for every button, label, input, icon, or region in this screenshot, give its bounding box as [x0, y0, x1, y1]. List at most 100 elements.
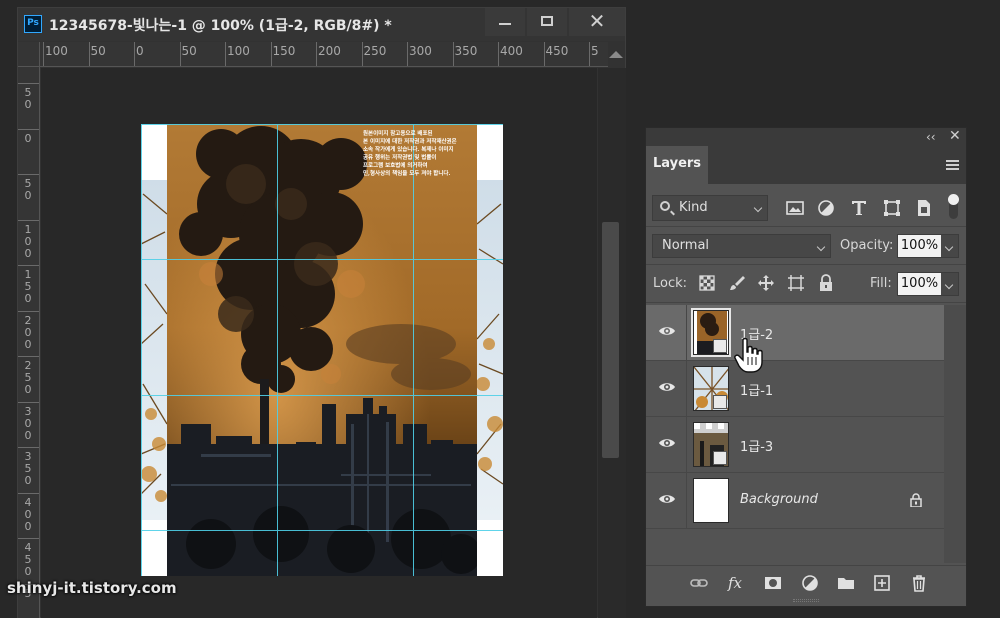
layer-row[interactable]: 1급-1: [646, 361, 944, 417]
ruler-tick-label: 100: [45, 44, 68, 58]
scroll-up-arrow-icon[interactable]: [609, 51, 623, 58]
minimize-button[interactable]: [485, 8, 525, 36]
add-layer-mask-icon[interactable]: [764, 574, 782, 592]
layer-thumbnail[interactable]: [693, 478, 729, 523]
smart-object-filter-icon[interactable]: [914, 198, 934, 218]
layer-thumbnail[interactable]: [691, 308, 731, 357]
vertical-scrollbar[interactable]: [598, 68, 626, 618]
layer-name[interactable]: 1급-3: [740, 436, 773, 455]
photoshop-app-icon: Ps: [24, 15, 42, 33]
link-layers-icon[interactable]: [690, 574, 708, 592]
smart-object-badge-icon: [713, 395, 727, 409]
layer-row[interactable]: Background: [646, 473, 944, 529]
chevron-down-icon[interactable]: [944, 280, 954, 290]
panel-close-icon[interactable]: ✕: [949, 128, 961, 144]
panel-menu-icon[interactable]: [946, 160, 959, 172]
new-group-folder-icon[interactable]: [837, 574, 855, 592]
opacity-field[interactable]: 100%: [897, 234, 959, 258]
ruler-tick-label: 50: [181, 44, 197, 58]
layers-scrollbar[interactable]: [944, 305, 966, 563]
ruler-tick-label: 0: [24, 131, 32, 145]
chevron-down-icon[interactable]: [944, 242, 954, 252]
lock-image-pixels-icon[interactable]: [728, 274, 746, 292]
divider: [646, 302, 966, 303]
canvas-area[interactable]: 원본이미지 참고용으로 배포된 본 이미지에 대한 저작권과 저작재산권은 소속 작…: [41, 68, 597, 618]
copyright-notice-line: 민,형사상의 책임을 모두 져야 합니다.: [363, 171, 451, 177]
tab-layers[interactable]: Layers: [646, 146, 708, 184]
watermark: shinyj-it.tistory.com: [7, 579, 177, 597]
layers-panel: ‹‹ ✕ Layers Kind Normal Opacity: 100% Lo…: [645, 127, 967, 607]
document-title: 12345678-빛나는-1 @ 100% (1급-2, RGB/8#) *: [49, 18, 392, 34]
ruler-tick-line: [543, 42, 545, 66]
visibility-eye-icon[interactable]: [658, 325, 676, 337]
ruler-tick-label: 5: [24, 177, 32, 190]
ruler-tick-line: [18, 310, 39, 312]
panel-tab-row: Layers: [646, 146, 966, 184]
maximize-button[interactable]: [527, 8, 567, 36]
delete-layer-trash-icon[interactable]: [910, 574, 928, 592]
visibility-eye-icon[interactable]: [658, 381, 676, 393]
layer-thumbnail[interactable]: [693, 366, 729, 411]
blend-mode-value: Normal: [662, 238, 710, 253]
fill-value[interactable]: 100%: [898, 273, 941, 295]
document-titlebar[interactable]: Ps 12345678-빛나는-1 @ 100% (1급-2, RGB/8#) …: [18, 8, 625, 41]
layer-row[interactable]: 1급-2: [646, 305, 944, 361]
panel-resize-grip[interactable]: [793, 599, 819, 602]
ruler-tick-line: [18, 492, 39, 494]
lock-position-icon[interactable]: [757, 274, 775, 292]
maximize-icon: [541, 16, 553, 26]
layer-thumbnail[interactable]: [693, 422, 729, 467]
visibility-eye-icon[interactable]: [658, 437, 676, 449]
opacity-value[interactable]: 100%: [898, 235, 941, 257]
new-adjustment-layer-icon[interactable]: [801, 574, 819, 592]
ruler-tick-label: 5: [591, 44, 599, 58]
adjustment-layer-filter-icon[interactable]: [816, 198, 836, 218]
ruler-tick-label: 2: [24, 313, 32, 327]
ruler-tick-label: 0: [24, 292, 32, 305]
layer-row[interactable]: 1급-3: [646, 417, 944, 473]
ruler-tick-label: 3: [24, 404, 32, 418]
fill-label: Fill:: [870, 276, 892, 291]
chevron-down-icon: [753, 203, 763, 213]
layer-name[interactable]: Background: [740, 492, 818, 507]
ruler-tick-label: 4: [24, 541, 32, 554]
layers-panel-footer: fx: [646, 565, 966, 597]
type-layer-filter-icon[interactable]: [849, 198, 869, 218]
ruler-tick-label: 0: [24, 189, 32, 202]
ruler-origin[interactable]: [18, 42, 40, 67]
layer-style-fx-icon[interactable]: fx: [728, 574, 746, 592]
ruler-tick-label: 5: [24, 280, 32, 293]
lock-all-icon[interactable]: [817, 274, 835, 292]
filter-kind-label: Kind: [679, 200, 708, 215]
lock-transparent-pixels-icon[interactable]: [698, 274, 716, 292]
pixel-layer-filter-icon[interactable]: [785, 198, 805, 218]
ruler-tick-label: 1: [24, 268, 32, 281]
close-icon: ✕: [588, 9, 606, 33]
filter-toggle[interactable]: [948, 194, 959, 219]
layer-name[interactable]: 1급-1: [740, 380, 773, 399]
copyright-notice-line: 공유 행위는 저작권법 및 법률이: [363, 155, 437, 161]
divider: [686, 417, 687, 473]
copyright-notice-line: 소속 작가에게 있습니다. 복제나 이미지: [363, 147, 454, 153]
collapse-panel-icon[interactable]: ‹‹: [926, 130, 936, 144]
filter-kind-select[interactable]: Kind: [652, 195, 768, 221]
vertical-ruler[interactable]: 500501001502002503003504004505: [18, 67, 40, 618]
ruler-tick-label: 0: [24, 246, 32, 260]
ruler-tick-label: 0: [24, 565, 32, 578]
document-canvas-image[interactable]: [141, 124, 503, 576]
ruler-tick-line: [361, 42, 363, 66]
ruler-tick-line: [225, 42, 226, 66]
ruler-tick-label: 0: [24, 428, 32, 442]
blend-mode-select[interactable]: Normal: [652, 234, 831, 258]
ruler-tick-label: 0: [24, 234, 32, 248]
ruler-tick-line: [18, 128, 39, 130]
lock-artboard-icon[interactable]: [787, 274, 805, 292]
shape-layer-filter-icon[interactable]: [882, 198, 902, 218]
fill-field[interactable]: 100%: [897, 272, 959, 296]
close-button[interactable]: ✕: [569, 8, 625, 36]
visibility-eye-icon[interactable]: [658, 493, 676, 505]
scrollbar-thumb[interactable]: [602, 222, 619, 458]
ruler-tick-line: [18, 219, 39, 221]
horizontal-ruler[interactable]: 100 50 0 50 100 150 200 250 300 350 400 450 5: [40, 42, 608, 67]
new-layer-icon[interactable]: [873, 574, 891, 592]
